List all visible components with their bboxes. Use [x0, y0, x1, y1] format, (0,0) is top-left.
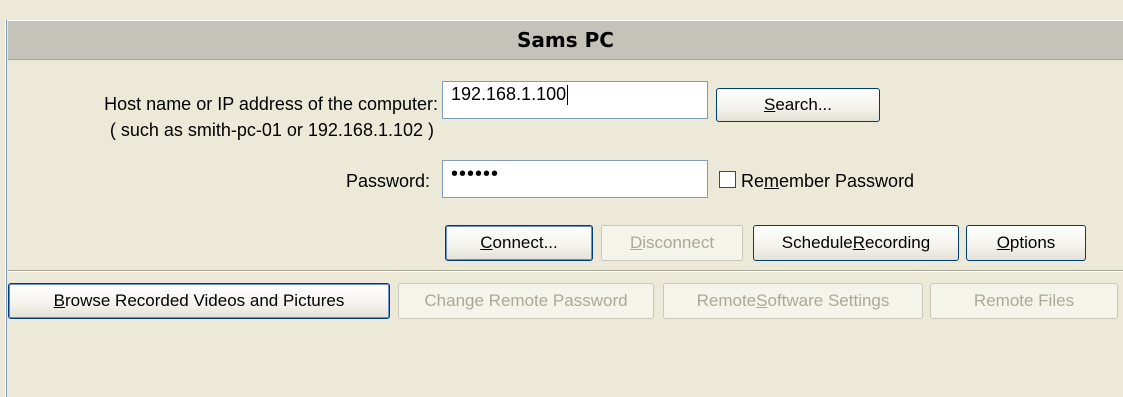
remember-label-hotkey: m: [764, 171, 780, 191]
change-password-text: Change Remote Password: [424, 291, 628, 310]
search-button-text-post: earch...: [775, 95, 833, 114]
connection-panel: Sams PC Host name or IP address of the c…: [8, 20, 1123, 397]
text-caret: [567, 85, 569, 106]
top-strip: [0, 0, 1123, 20]
remember-label-post: ember Password: [779, 171, 915, 191]
disconnect-button-hotkey: D: [629, 233, 643, 252]
remote-files-button[interactable]: Remote Files: [930, 283, 1118, 319]
disconnect-button[interactable]: Disconnect: [601, 225, 743, 261]
panel-title: Sams PC: [8, 20, 1123, 60]
options-button-hotkey: O: [996, 233, 1010, 252]
browse-button-text-post: rowse Recorded Videos and Pictures: [64, 291, 345, 310]
host-hint: ( such as smith-pc-01 or 192.168.1.102 ): [109, 120, 434, 140]
remember-label-pre: Re: [741, 171, 765, 191]
host-label: Host name or IP address of the computer:: [104, 94, 438, 114]
disconnect-button-text-post: isconnect: [642, 233, 715, 252]
browse-recordings-button[interactable]: Browse Recorded Videos and Pictures: [8, 283, 390, 319]
options-button[interactable]: Options: [966, 225, 1086, 261]
host-input-value: 192.168.1.100: [451, 84, 567, 104]
remote-settings-text-pre: Remote: [696, 291, 757, 310]
remote-settings-hotkey: S: [756, 291, 768, 310]
remember-password-label[interactable]: Remember Password: [741, 171, 914, 192]
schedule-button-text-pre: Schedule: [781, 233, 853, 252]
section-divider: [8, 270, 1123, 272]
browse-button-hotkey: B: [53, 291, 65, 310]
search-button-hotkey: S: [763, 95, 776, 114]
remote-software-settings-button[interactable]: Remote Software Settings: [663, 283, 923, 319]
search-button[interactable]: Search...: [716, 88, 880, 122]
connect-button-text-post: onnect...: [492, 233, 558, 252]
connect-button-hotkey: C: [480, 233, 493, 252]
host-input[interactable]: 192.168.1.100: [442, 81, 708, 119]
schedule-button-hotkey: R: [852, 233, 865, 252]
remote-files-text: Remote Files: [973, 291, 1075, 310]
left-border-line: [6, 20, 7, 397]
schedule-recording-button[interactable]: Schedule Recording: [753, 225, 959, 261]
change-remote-password-button[interactable]: Change Remote Password: [398, 283, 654, 319]
remember-password-checkbox[interactable]: [719, 171, 736, 188]
options-button-text-post: ptions: [1009, 233, 1056, 252]
password-input[interactable]: ••••••: [442, 160, 708, 198]
connect-button[interactable]: Connect...: [445, 225, 593, 261]
password-masked-value: ••••••: [451, 163, 500, 185]
password-label: Password:: [345, 171, 430, 191]
schedule-button-text-post: ecording: [864, 233, 931, 252]
remote-settings-text-post: oftware Settings: [767, 291, 890, 310]
